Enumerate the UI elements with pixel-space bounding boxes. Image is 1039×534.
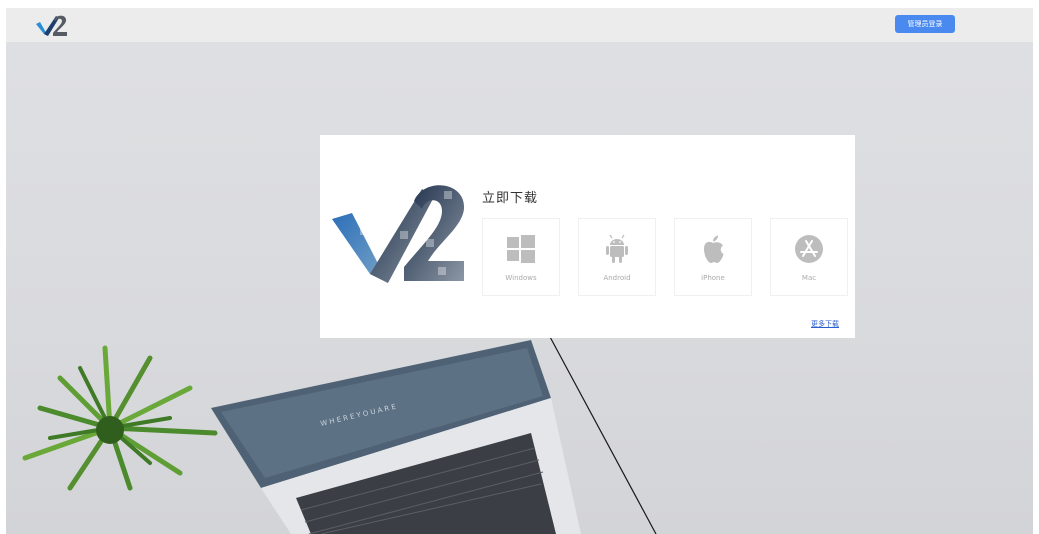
apple-icon	[704, 235, 724, 263]
windows-label: Windows	[505, 274, 537, 282]
download-title: 立即下载	[482, 191, 539, 206]
mac-download-button[interactable]: Mac	[770, 218, 848, 296]
windows-download-button[interactable]: Windows	[482, 218, 560, 296]
iphone-label: iPhone	[701, 274, 725, 282]
download-card: 立即下载 Windows Android iPhone Mac 更多下载	[320, 135, 855, 338]
page-background: 管理员登录 W H E R E Y O U A R E 立即下载 Windows…	[6, 8, 1033, 534]
app-store-icon	[795, 235, 823, 263]
mac-label: Mac	[801, 274, 817, 282]
card-brand-logo	[332, 185, 465, 283]
iphone-download-button[interactable]: iPhone	[674, 218, 752, 296]
more-downloads-link[interactable]: 更多下载	[811, 319, 839, 329]
android-download-button[interactable]: Android	[578, 218, 656, 296]
android-icon	[606, 234, 628, 263]
windows-icon	[507, 235, 535, 263]
android-label: Android	[603, 274, 631, 282]
